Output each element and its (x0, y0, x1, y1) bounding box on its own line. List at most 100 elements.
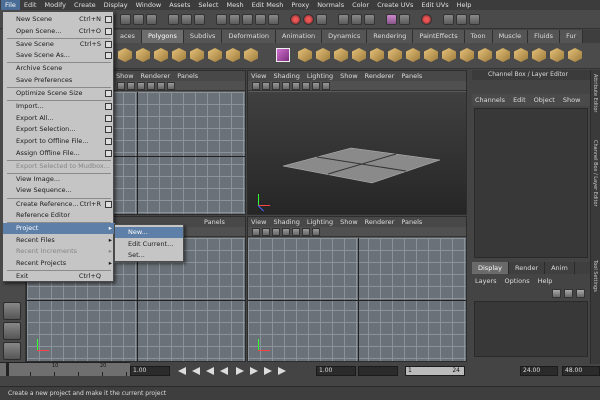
file-menu-item-new-scene[interactable]: New Scene Ctrl+N (3, 14, 115, 25)
file-menu-item-exit[interactable]: Exit Ctrl+Q (3, 271, 115, 282)
shelf-tab-rendering[interactable]: Rendering (367, 30, 414, 43)
snap-curve-icon[interactable] (229, 14, 240, 25)
menu-file[interactable]: File (1, 0, 20, 10)
viewport-menu-renderer[interactable]: Renderer (141, 72, 171, 80)
union-icon[interactable] (370, 48, 384, 62)
layer-menu-help[interactable]: Help (538, 277, 553, 285)
viewport-menu-show[interactable]: Show (340, 218, 358, 226)
menu-edit-uvs[interactable]: Edit UVs (417, 0, 452, 10)
insert-edge-loop-icon[interactable] (514, 48, 528, 62)
shelf-tab-fur[interactable]: Fur (560, 30, 584, 43)
viewport-menu-lighting[interactable]: Lighting (307, 218, 333, 226)
viewport-side-canvas[interactable] (248, 238, 466, 361)
channel-menu-edit[interactable]: Edit (513, 96, 526, 104)
file-menu-item-import[interactable]: Import... (3, 101, 115, 112)
layout-four-icon[interactable] (3, 322, 21, 340)
select-hierarchy-icon[interactable] (168, 14, 179, 25)
file-menu-item-view-image[interactable]: View Image... (3, 174, 115, 185)
camera-icon[interactable] (252, 228, 260, 236)
shelf-tab-deformation[interactable]: Deformation (222, 30, 277, 43)
option-box-icon[interactable] (105, 114, 112, 122)
menu-help[interactable]: Help (453, 0, 476, 10)
record-icon[interactable] (421, 14, 432, 25)
poly-pipe-icon[interactable] (276, 48, 290, 62)
wireframe-icon[interactable] (262, 228, 270, 236)
viewport-menu-view[interactable]: View (251, 72, 266, 80)
current-time-marker[interactable] (6, 362, 9, 376)
offset-edge-icon[interactable] (532, 48, 546, 62)
smooth-shade-icon[interactable] (272, 228, 280, 236)
intersection-icon[interactable] (406, 48, 420, 62)
make-live-icon[interactable] (268, 14, 279, 25)
file-menu-item-save-preferences[interactable]: Save Preferences (3, 75, 115, 86)
isolate-icon[interactable] (312, 228, 320, 236)
append-polygon-icon[interactable] (478, 48, 492, 62)
option-box-icon[interactable] (105, 200, 112, 208)
file-menu-item-export-selection[interactable]: Export Selection... (3, 124, 115, 135)
extrude-icon[interactable] (442, 48, 456, 62)
tab-anim[interactable]: Anim (545, 262, 575, 274)
layout-single-icon[interactable] (3, 302, 21, 320)
difference-icon[interactable] (388, 48, 402, 62)
shelf-tab-dynamics[interactable]: Dynamics (322, 30, 368, 43)
layer-menu-options[interactable]: Options (505, 277, 530, 285)
file-menu-item-view-sequence[interactable]: View Sequence... (3, 185, 115, 196)
file-menu-item-save-scene-as[interactable]: Save Scene As... (3, 50, 115, 61)
file-menu-item-archive-scene[interactable]: Archive Scene (3, 63, 115, 74)
file-menu-item-open-scene[interactable]: Open Scene... Ctrl+O (3, 26, 115, 37)
option-box-icon[interactable] (105, 90, 112, 98)
new-layer-icon[interactable] (552, 289, 561, 298)
file-menu-item-export-all[interactable]: Export All... (3, 113, 115, 124)
isolate-icon[interactable] (312, 82, 320, 90)
lights-icon[interactable] (292, 82, 300, 90)
file-menu-item-save-scene[interactable]: Save Scene Ctrl+S (3, 39, 115, 50)
channel-menu-object[interactable]: Object (534, 96, 555, 104)
menu-edit[interactable]: Edit (20, 0, 41, 10)
tab-render[interactable]: Render (509, 262, 546, 274)
option-box-icon[interactable] (105, 149, 112, 157)
shelf-tab-fluids[interactable]: Fluids (528, 30, 561, 43)
file-menu-item-recent-projects[interactable]: Recent Projects ▸ (3, 258, 115, 269)
animation-end-field[interactable]: 48.00 (562, 366, 600, 376)
menu-window[interactable]: Window (132, 0, 166, 10)
open-scene-icon[interactable] (133, 14, 144, 25)
project-submenu-new[interactable]: New... (115, 227, 183, 238)
bridge-icon[interactable] (460, 48, 474, 62)
split-polygon-icon[interactable] (496, 48, 510, 62)
viewport-menu-shading[interactable]: Shading (273, 72, 299, 80)
shelf-tab-aces[interactable]: aces (114, 30, 142, 43)
current-time-field[interactable]: 1.00 (130, 366, 170, 376)
viewport-menu-panels[interactable]: Panels (401, 218, 422, 226)
history-icon[interactable] (351, 14, 362, 25)
side-tab-tool-settings[interactable]: Tool Settings (592, 260, 598, 292)
channel-box-icon[interactable] (469, 14, 480, 25)
poly-cylinder-icon[interactable] (154, 48, 168, 62)
viewport-menu-show[interactable]: Show (340, 72, 358, 80)
viewport-menu-shading[interactable]: Shading (273, 218, 299, 226)
select-component-icon[interactable] (194, 14, 205, 25)
grid-toggle-icon[interactable] (302, 228, 310, 236)
lights-icon[interactable] (147, 82, 155, 90)
render-settings-icon[interactable] (316, 14, 327, 25)
menu-edit-mesh[interactable]: Edit Mesh (248, 0, 288, 10)
extract-icon[interactable] (334, 48, 348, 62)
viewport-menu-show[interactable]: Show (116, 72, 134, 80)
time-slider[interactable]: 10 20 (0, 362, 130, 376)
menu-display[interactable]: Display (100, 0, 132, 10)
poly-sphere-icon[interactable] (118, 48, 132, 62)
viewport-menu-renderer[interactable]: Renderer (365, 218, 395, 226)
viewport-persp-canvas[interactable] (248, 92, 466, 214)
tab-display[interactable]: Display (472, 262, 509, 274)
option-box-icon[interactable] (105, 103, 112, 111)
bevel-icon[interactable] (550, 48, 564, 62)
menu-color[interactable]: Color (348, 0, 373, 10)
option-box-icon[interactable] (105, 40, 112, 48)
viewport-menu-panels[interactable]: Panels (177, 72, 198, 80)
shelf-tab-subdivs[interactable]: Subdivs (183, 30, 223, 43)
project-submenu-edit-current[interactable]: Edit Current... (115, 239, 183, 250)
menu-create[interactable]: Create (70, 0, 100, 10)
project-submenu-set[interactable]: Set... (115, 250, 183, 261)
new-layer-selected-icon[interactable] (564, 289, 573, 298)
new-scene-icon[interactable] (120, 14, 131, 25)
smooth-shade-icon[interactable] (272, 82, 280, 90)
